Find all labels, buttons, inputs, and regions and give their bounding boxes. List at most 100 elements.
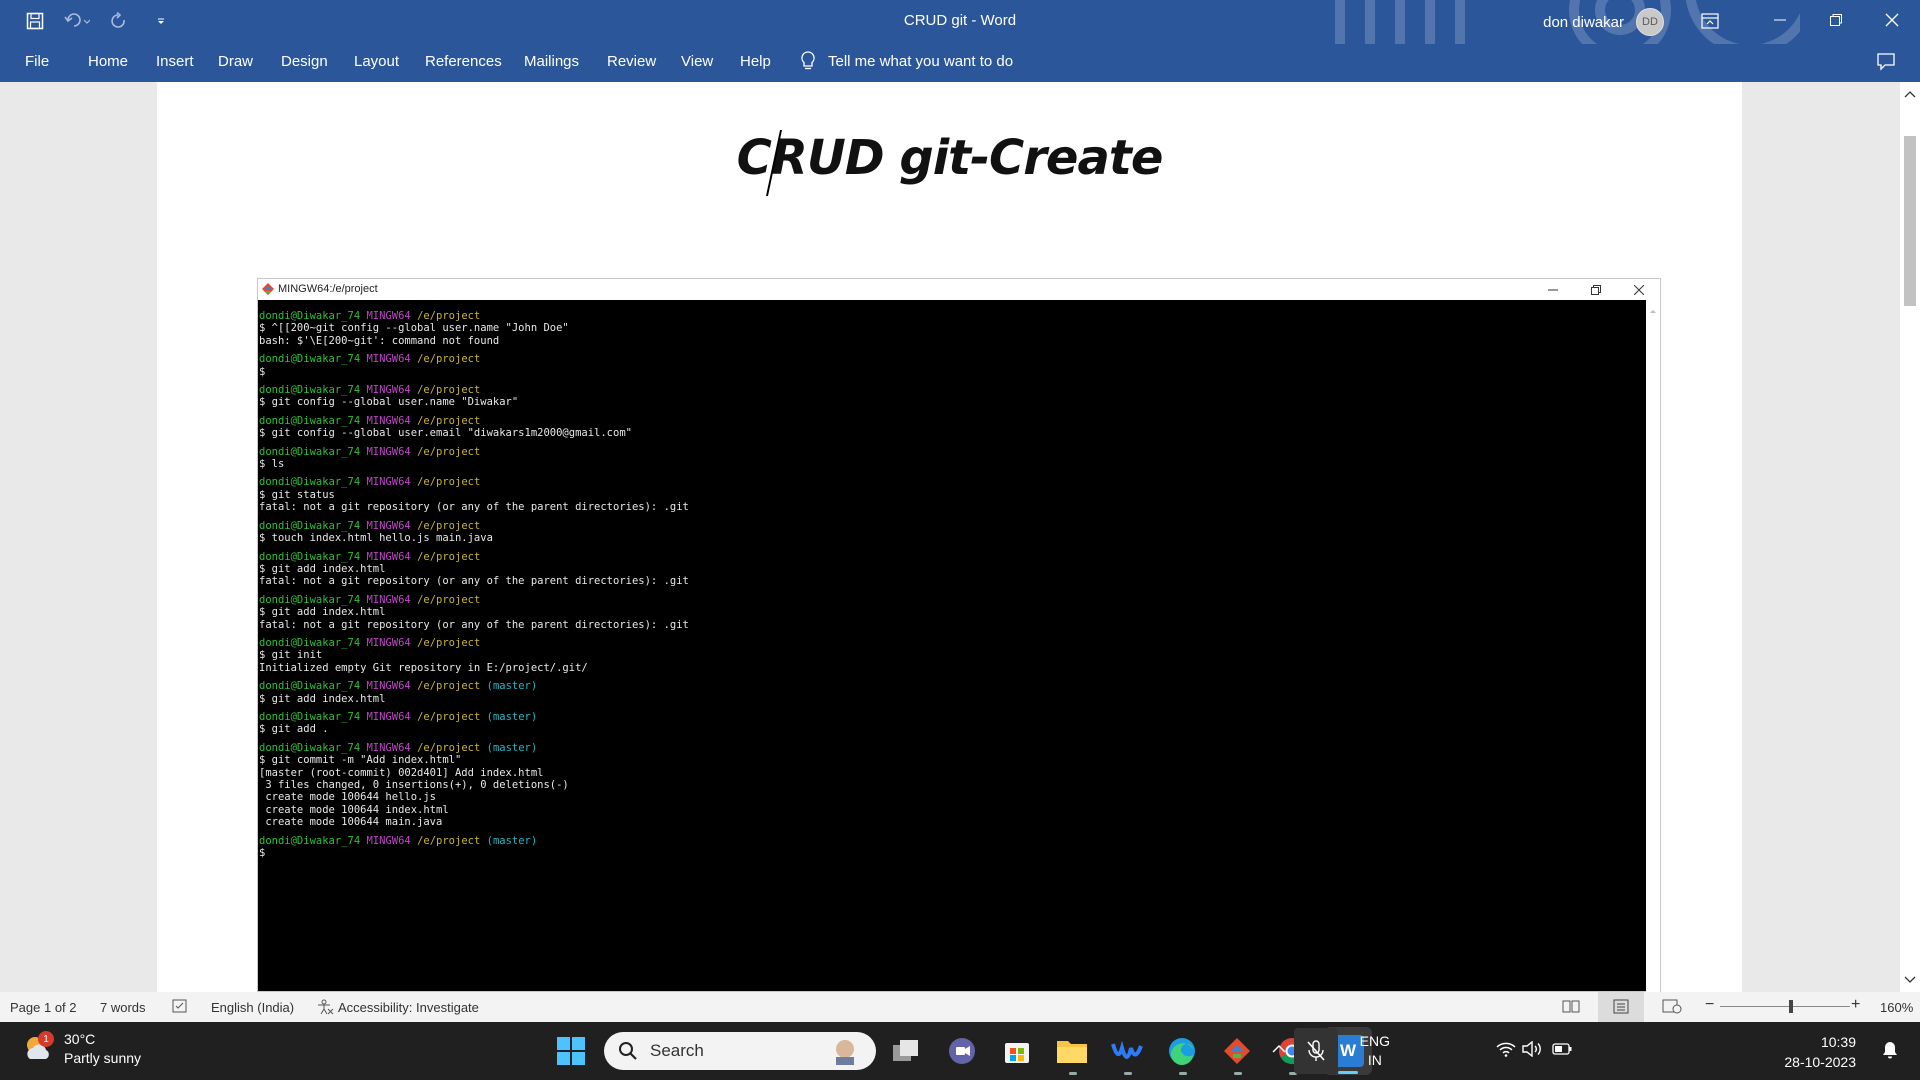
terminal-line: $ git config --global user.email "diwaka… (259, 427, 632, 440)
prompt-host: MINGW64 (366, 550, 411, 563)
prompt-host: MINGW64 (366, 636, 411, 649)
tell-me-search[interactable]: Tell me what you want to do (800, 51, 1013, 71)
tab-references[interactable]: References (425, 53, 502, 70)
git-gui-icon[interactable] (1220, 1034, 1254, 1068)
search-placeholder: Search (650, 1041, 704, 1060)
account-area[interactable]: don diwakar DD (1543, 8, 1664, 36)
weather-widget[interactable]: 1 30°C Partly sunny (22, 1030, 141, 1068)
tab-draw[interactable]: Draw (218, 53, 253, 70)
prompt-host: MINGW64 (366, 593, 411, 606)
windows-taskbar: 1 30°C Partly sunny Search W ENG IN 10:3… (0, 1022, 1920, 1080)
scroll-down-icon[interactable] (1900, 972, 1920, 988)
prompt-host: MINGW64 (366, 353, 411, 366)
terminal-prompt: dondi@Diwakar_74 MINGW64 /e/project (mas… (259, 680, 1648, 692)
document-canvas[interactable]: CRUD git-Create MINGW64:/e/project dondi… (0, 82, 1900, 992)
notification-bell-icon[interactable] (1882, 1041, 1898, 1059)
weather-icon: 1 (22, 1031, 54, 1065)
prompt-user: dondi@Diwakar_74 (259, 476, 361, 489)
terminal-line: $ git add index.html (259, 606, 386, 619)
accessibility-status[interactable]: Accessibility: Investigate (338, 1000, 479, 1015)
read-mode-icon[interactable] (1562, 999, 1580, 1014)
prompt-host: MINGW64 (366, 519, 411, 532)
scrollbar-thumb[interactable] (1904, 136, 1916, 306)
webex-indicator (1124, 1072, 1132, 1075)
prompt-user: dondi@Diwakar_74 (259, 414, 361, 427)
zoom-slider-thumb[interactable] (1789, 1000, 1793, 1013)
vertical-scrollbar[interactable] (1900, 82, 1920, 992)
edge-browser-icon[interactable] (1165, 1034, 1199, 1068)
prompt-user: dondi@Diwakar_74 (259, 834, 361, 847)
tab-mailings[interactable]: Mailings (524, 53, 579, 70)
restore-icon[interactable] (1808, 0, 1864, 40)
wifi-icon[interactable] (1496, 1041, 1516, 1057)
terminal-prompt: dondi@Diwakar_74 MINGW64 /e/project (mas… (259, 711, 1648, 723)
weather-badge: 1 (38, 1031, 54, 1047)
tab-home[interactable]: Home (88, 53, 128, 70)
page-count[interactable]: Page 1 of 2 (10, 1000, 77, 1015)
microsoft-store-icon[interactable] (1000, 1034, 1034, 1068)
show-hidden-icons-icon[interactable] (1272, 1044, 1286, 1054)
terminal-line: $ git add index.html (259, 692, 386, 705)
terminal-line: fatal: not a git repository (or any of t… (259, 501, 689, 514)
tab-insert[interactable]: Insert (156, 53, 194, 70)
start-button[interactable] (554, 1034, 588, 1068)
prompt-path: /e/project (417, 445, 481, 458)
language-status[interactable]: English (India) (211, 1000, 294, 1015)
webex-icon[interactable] (1110, 1034, 1144, 1068)
close-icon[interactable] (1864, 0, 1920, 40)
terminal-screenshot[interactable]: MINGW64:/e/project dondi@Diwakar_74 MING… (257, 278, 1661, 992)
prompt-host: MINGW64 (366, 710, 411, 723)
clock[interactable]: 10:39 28-10-2023 (1736, 1032, 1856, 1072)
zoom-level[interactable]: 160% (1880, 1000, 1913, 1015)
tab-file[interactable]: File (25, 53, 49, 70)
zoom-slider[interactable] (1720, 1006, 1850, 1007)
minimize-icon[interactable] (1752, 0, 1808, 40)
volume-icon[interactable] (1522, 1041, 1544, 1057)
battery-icon[interactable] (1552, 1042, 1572, 1056)
terminal-line: $ git add index.html (259, 562, 386, 575)
windows-logo-icon (557, 1037, 585, 1065)
comments-icon[interactable] (1876, 52, 1896, 72)
terminal-prompt: dondi@Diwakar_74 MINGW64 /e/project (259, 520, 1648, 532)
scroll-up-icon[interactable] (1900, 86, 1920, 102)
tell-me-label: Tell me what you want to do (828, 52, 1014, 70)
zoom-out-button[interactable]: − (1705, 996, 1714, 1014)
tab-help[interactable]: Help (740, 53, 771, 70)
word-count[interactable]: 7 words (100, 1000, 146, 1015)
terminal-line: $ ^[[200~git config --global user.name "… (259, 322, 569, 335)
tab-view[interactable]: View (681, 53, 713, 70)
document-page[interactable]: CRUD git-Create MINGW64:/e/project dondi… (157, 82, 1742, 992)
file-explorer-icon[interactable] (1055, 1034, 1089, 1068)
accessibility-icon[interactable] (316, 999, 334, 1015)
prompt-user: dondi@Diwakar_74 (259, 680, 361, 693)
microphone-muted-button[interactable] (1294, 1028, 1338, 1074)
lightbulb-icon (801, 51, 815, 70)
clock-date: 28-10-2023 (1784, 1054, 1856, 1070)
task-view-icon[interactable] (890, 1034, 924, 1068)
document-heading[interactable]: CRUD git-Create (157, 130, 1742, 186)
teams-chat-icon[interactable] (945, 1034, 979, 1068)
prompt-host: MINGW64 (366, 445, 411, 458)
prompt-user: dondi@Diwakar_74 (259, 519, 361, 532)
terminal-restore-icon (1574, 279, 1617, 300)
proofing-icon[interactable] (172, 999, 190, 1014)
web-layout-icon[interactable] (1662, 999, 1682, 1014)
tab-review[interactable]: Review (607, 53, 656, 70)
terminal-line: $ (259, 847, 266, 860)
zoom-in-button[interactable]: + (1851, 996, 1860, 1014)
prompt-user: dondi@Diwakar_74 (259, 741, 361, 754)
avatar[interactable]: DD (1636, 8, 1664, 36)
terminal-line: $ (259, 365, 266, 378)
tab-design[interactable]: Design (281, 53, 328, 70)
prompt-user: dondi@Diwakar_74 (259, 445, 361, 458)
tab-layout[interactable]: Layout (354, 53, 399, 70)
prompt-branch: (master) (486, 741, 538, 754)
terminal-line: $ ls (259, 458, 285, 471)
ribbon-display-options-icon[interactable] (1690, 8, 1730, 34)
taskbar-search[interactable]: Search (604, 1032, 876, 1070)
terminal-line: 3 files changed, 0 insertions(+), 0 dele… (259, 779, 569, 791)
print-layout-button[interactable] (1598, 992, 1644, 1022)
terminal-prompt: dondi@Diwakar_74 MINGW64 /e/project (259, 637, 1648, 649)
input-language[interactable]: ENG IN (1360, 1032, 1390, 1070)
search-icon (619, 1042, 637, 1060)
